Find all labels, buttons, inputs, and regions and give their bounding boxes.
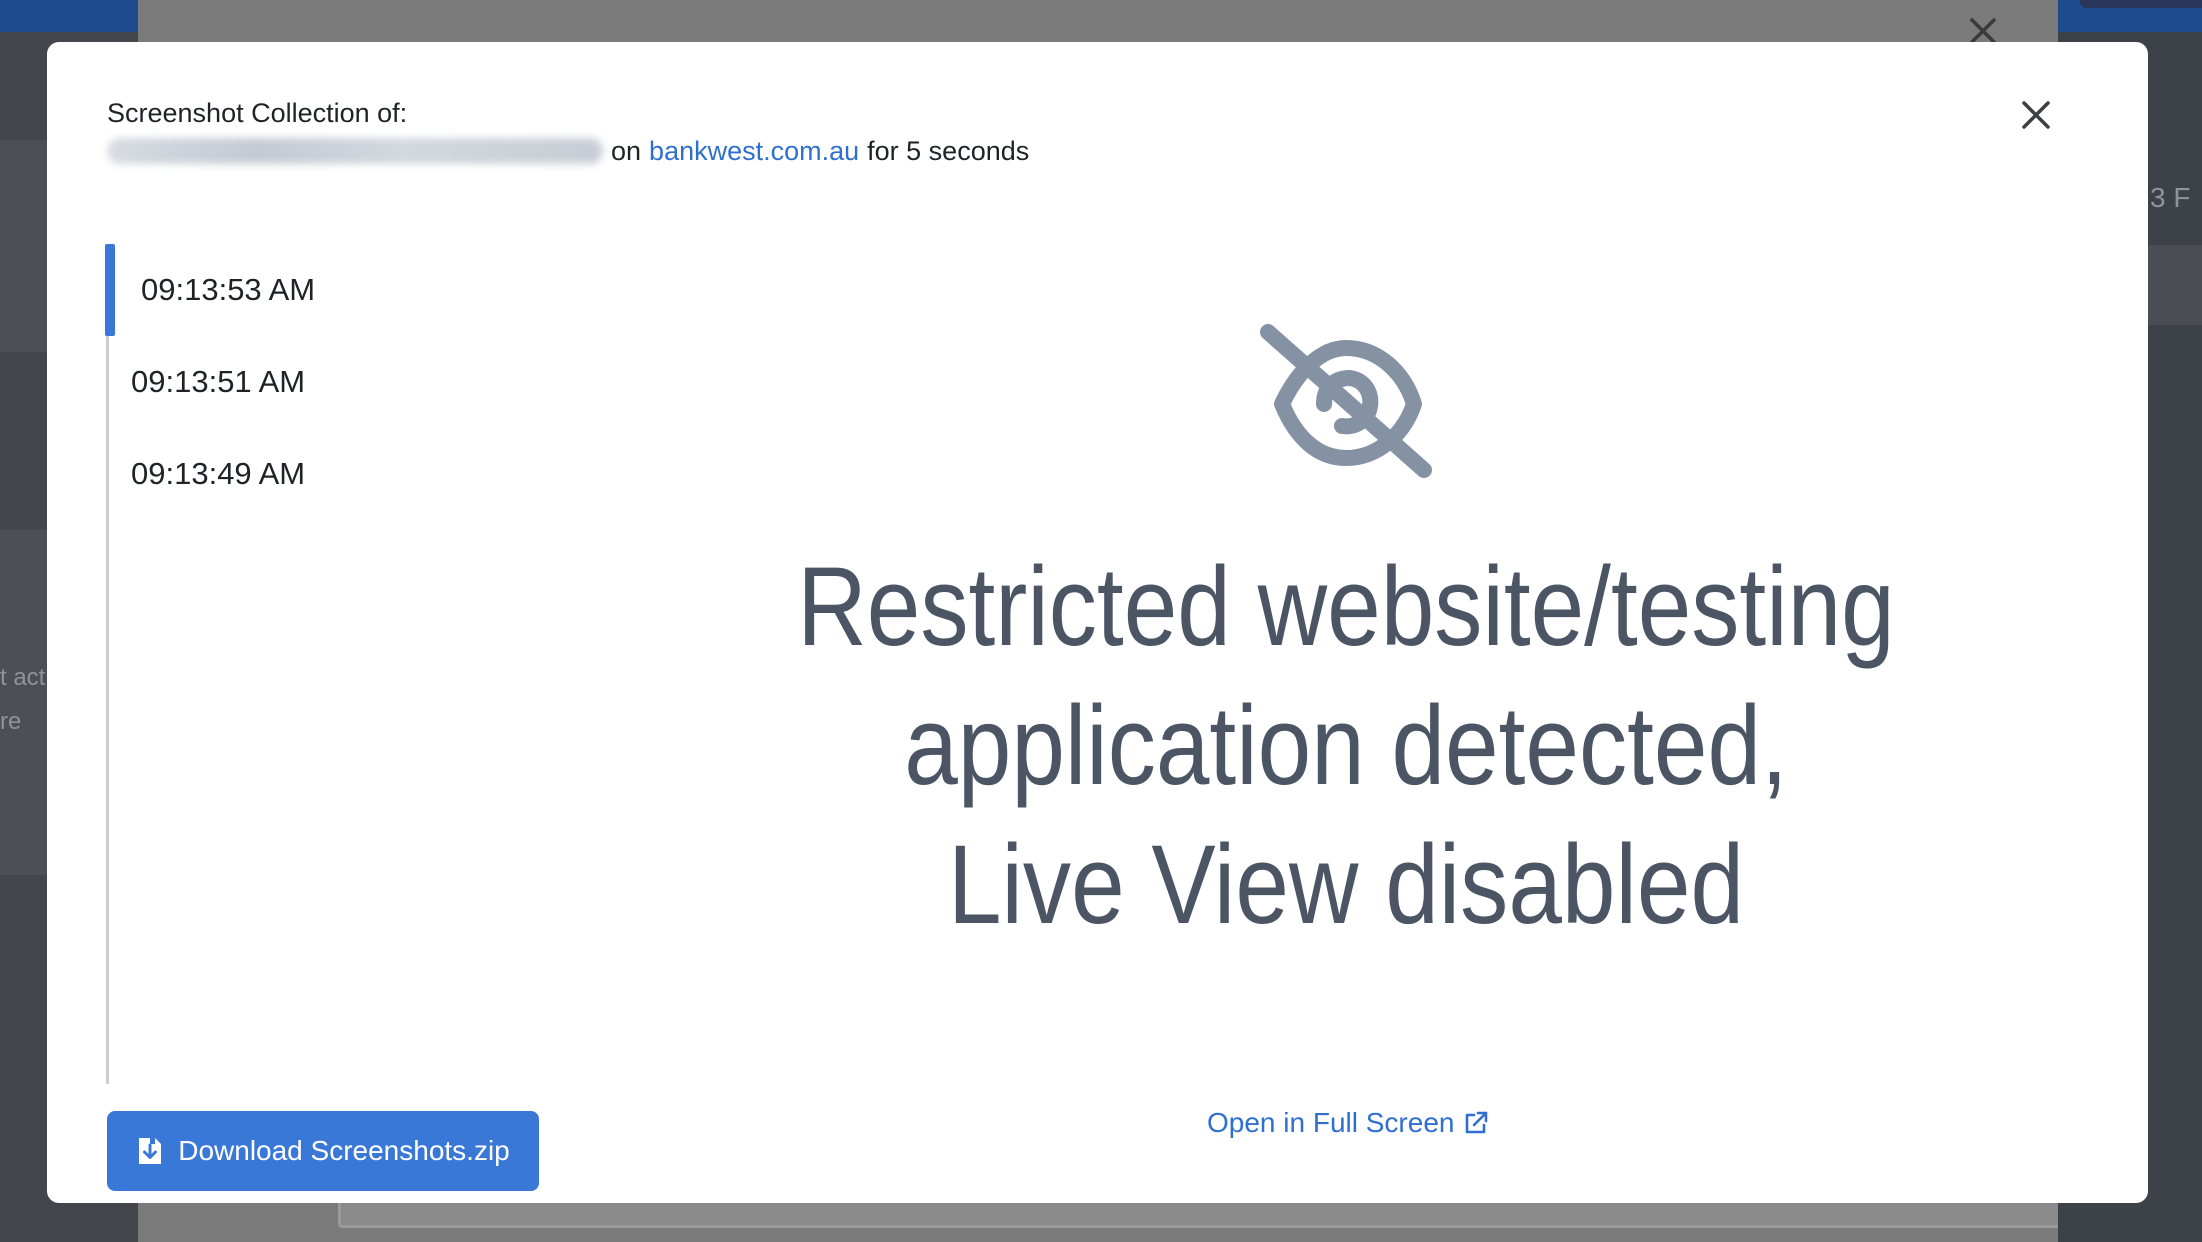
restricted-message-line: application detected,	[904, 683, 1788, 808]
modal-title: Screenshot Collection of:	[107, 98, 408, 128]
site-link[interactable]: bankwest.com.au	[649, 132, 859, 170]
timeline-item[interactable]: 09:13:53 AM	[105, 244, 469, 336]
screenshot-timeline: 09:13:53 AM 09:13:51 AM 09:13:49 AM	[105, 244, 469, 1084]
timeline-item[interactable]: 09:13:49 AM	[109, 428, 469, 520]
timeline-item[interactable]: 09:13:51 AM	[109, 336, 469, 428]
file-download-icon	[139, 1138, 162, 1164]
screenshot-viewer: Restricted website/testing application d…	[607, 192, 2107, 1152]
download-button-label: Download Screenshots.zip	[178, 1135, 510, 1166]
background-right-text: 3 F	[2150, 182, 2191, 213]
open-full-screen-label: Open in Full Screen	[1207, 1107, 1455, 1138]
eye-slash-icon	[1260, 324, 1432, 478]
duration-text: for 5 seconds	[867, 136, 1030, 166]
open-full-screen-link[interactable]: Open in Full Screen	[1207, 1107, 1490, 1139]
background-right-chip	[2080, 0, 2202, 8]
modal-header: Screenshot Collection of: on bankwest.co…	[107, 94, 1029, 170]
restricted-message-line: Restricted website/testing	[797, 544, 1895, 669]
close-icon[interactable]	[2013, 92, 2059, 138]
background-left-text: re	[0, 708, 22, 735]
download-screenshots-button[interactable]: Download Screenshots.zip	[107, 1111, 539, 1191]
restricted-message-line: Live View disabled	[947, 822, 1745, 947]
screenshot-collection-modal: Screenshot Collection of: on bankwest.co…	[47, 42, 2148, 1203]
collection-subject: on bankwest.com.au for 5 seconds	[107, 132, 1029, 170]
timeline-item-time: 09:13:51 AM	[131, 364, 306, 399]
timeline-item-time: 09:13:53 AM	[141, 272, 316, 307]
blurred-user-email	[107, 138, 603, 164]
on-text: on	[611, 136, 642, 166]
background-left-text: t act	[0, 664, 46, 691]
external-link-icon	[1466, 1111, 1488, 1134]
restricted-message: Restricted website/testing application d…	[710, 537, 1981, 954]
timeline-item-time: 09:13:49 AM	[131, 456, 306, 491]
